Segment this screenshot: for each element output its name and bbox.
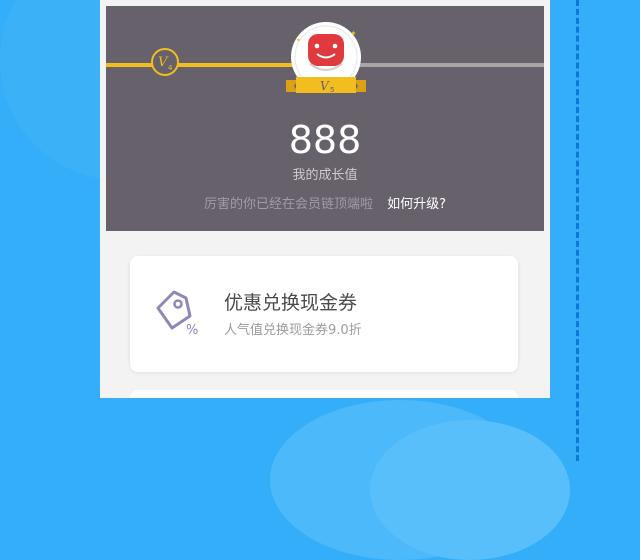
level-v4-icon: V 4 bbox=[151, 48, 179, 76]
growth-banner: V 4 ✦ ✦ V 5 888 我的成长值 厉害的你已经在会员链顶端啦 如何升级… bbox=[106, 6, 544, 231]
benefit-card-next[interactable] bbox=[130, 390, 518, 398]
benefit-description: 人气值兑换现金券9.0折 bbox=[224, 323, 362, 338]
v4-glyph-icon: V 4 bbox=[158, 55, 173, 72]
svg-text:4: 4 bbox=[168, 64, 173, 72]
background-cloud bbox=[370, 420, 570, 560]
benefit-title: 优惠兑换现金券 bbox=[224, 292, 358, 314]
growth-value: 888 bbox=[288, 118, 362, 162]
svg-text:✦: ✦ bbox=[296, 37, 301, 44]
member-page: V 4 ✦ ✦ V 5 888 我的成长值 厉害的你已经在会员链顶端啦 如何升级… bbox=[100, 0, 550, 398]
benefit-card-coupon[interactable]: % 优惠兑换现金券 人气值兑换现金券9.0折 bbox=[130, 256, 518, 372]
svg-text:%: % bbox=[186, 323, 198, 338]
svg-text:5: 5 bbox=[330, 86, 334, 94]
level-status: 厉害的你已经在会员链顶端啦 如何升级? bbox=[106, 196, 544, 214]
dashed-divider bbox=[576, 0, 579, 461]
svg-text:✦: ✦ bbox=[350, 29, 357, 38]
level-v5-badge-icon: ✦ ✦ V 5 bbox=[284, 20, 368, 110]
level-progress-remaining bbox=[356, 63, 544, 67]
svg-text:V: V bbox=[320, 79, 330, 93]
growth-value-label: 我的成长值 bbox=[292, 168, 358, 183]
level-status-text: 厉害的你已经在会员链顶端啦 bbox=[203, 197, 373, 212]
level-progress-completed bbox=[106, 63, 296, 67]
how-to-upgrade-link[interactable]: 如何升级? bbox=[387, 197, 446, 212]
coupon-tag-icon: % bbox=[152, 288, 202, 338]
